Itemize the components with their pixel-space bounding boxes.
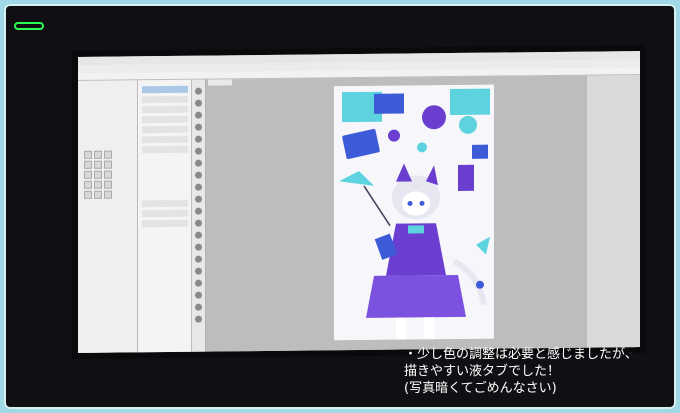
sub-tool-item[interactable] <box>142 105 188 114</box>
monitor-screen <box>78 51 640 353</box>
caption-line-3: (写真暗くてごめんなさい) <box>404 381 557 396</box>
tool-palette[interactable] <box>78 80 138 353</box>
photo-frame: ・少し色の調整は必要と感じましたが、 描きやすい液タブでした！ (写真暗くてごめ… <box>4 4 676 409</box>
layer-panel[interactable] <box>586 75 640 348</box>
toolbox-icon[interactable] <box>195 243 202 251</box>
select-icon[interactable] <box>94 160 102 169</box>
toolbox-icon[interactable] <box>195 159 202 167</box>
toolbox-icon[interactable] <box>195 111 202 119</box>
sub-tool-item[interactable] <box>142 135 188 144</box>
tool-property-item[interactable] <box>142 199 188 208</box>
toolbox-icon[interactable] <box>195 291 202 299</box>
toolbox-icon[interactable] <box>195 171 202 179</box>
pen-icon[interactable] <box>94 150 102 159</box>
toolbox-icon[interactable] <box>195 207 202 215</box>
sub-tool-item[interactable] <box>142 85 188 94</box>
caption-line-1: ・少し色の調整は必要と感じましたが、 <box>404 347 638 362</box>
sub-tool-item[interactable] <box>142 125 188 134</box>
canvas-tab[interactable] <box>208 79 232 86</box>
fill-icon[interactable] <box>84 160 92 169</box>
shape-icon[interactable] <box>104 170 112 179</box>
toolbox-icon[interactable] <box>195 219 202 227</box>
toolbox-column[interactable] <box>192 79 206 352</box>
canvas-area[interactable] <box>206 75 586 352</box>
toolbox-icon[interactable] <box>195 135 202 143</box>
toolbox-icon[interactable] <box>195 279 202 287</box>
caption: ・少し色の調整は必要と感じましたが、 描きやすい液タブでした！ (写真暗くてごめ… <box>404 346 674 397</box>
brush-icon[interactable] <box>84 150 92 159</box>
lasso-icon[interactable] <box>84 170 92 179</box>
gradient-icon[interactable] <box>84 180 92 189</box>
move-icon[interactable] <box>104 180 112 189</box>
toolbox-icon[interactable] <box>195 123 202 131</box>
artwork-illustration <box>334 84 494 341</box>
eyedropper-icon[interactable] <box>94 180 102 189</box>
sub-tool-item[interactable] <box>142 145 188 154</box>
toolbox-icon[interactable] <box>195 255 202 263</box>
toolbox-icon[interactable] <box>195 87 202 95</box>
hand-icon[interactable] <box>104 160 112 169</box>
caption-line-2: 描きやすい液タブでした！ <box>404 364 561 379</box>
sub-tool-panel[interactable] <box>138 79 192 353</box>
toolbox-icon[interactable] <box>195 315 202 323</box>
status-indicator <box>14 22 44 30</box>
zoom-icon[interactable] <box>104 190 112 199</box>
toolbox-icon[interactable] <box>195 231 202 239</box>
blend-icon[interactable] <box>84 190 92 199</box>
tool-property-item[interactable] <box>142 219 188 228</box>
tool-property-item[interactable] <box>142 209 188 218</box>
toolbox-icon[interactable] <box>195 267 202 275</box>
toolbox-icon[interactable] <box>195 99 202 107</box>
toolbox-icon[interactable] <box>195 195 202 203</box>
toolbox-icon[interactable] <box>195 303 202 311</box>
ruler-icon[interactable] <box>94 190 102 199</box>
text-icon[interactable] <box>94 170 102 179</box>
sub-tool-item[interactable] <box>142 115 188 124</box>
toolbox-icon[interactable] <box>195 183 202 191</box>
toolbox-icon[interactable] <box>195 147 202 155</box>
artwork-svg <box>334 84 494 341</box>
sub-tool-item[interactable] <box>142 95 188 104</box>
eraser-icon[interactable] <box>104 150 112 159</box>
